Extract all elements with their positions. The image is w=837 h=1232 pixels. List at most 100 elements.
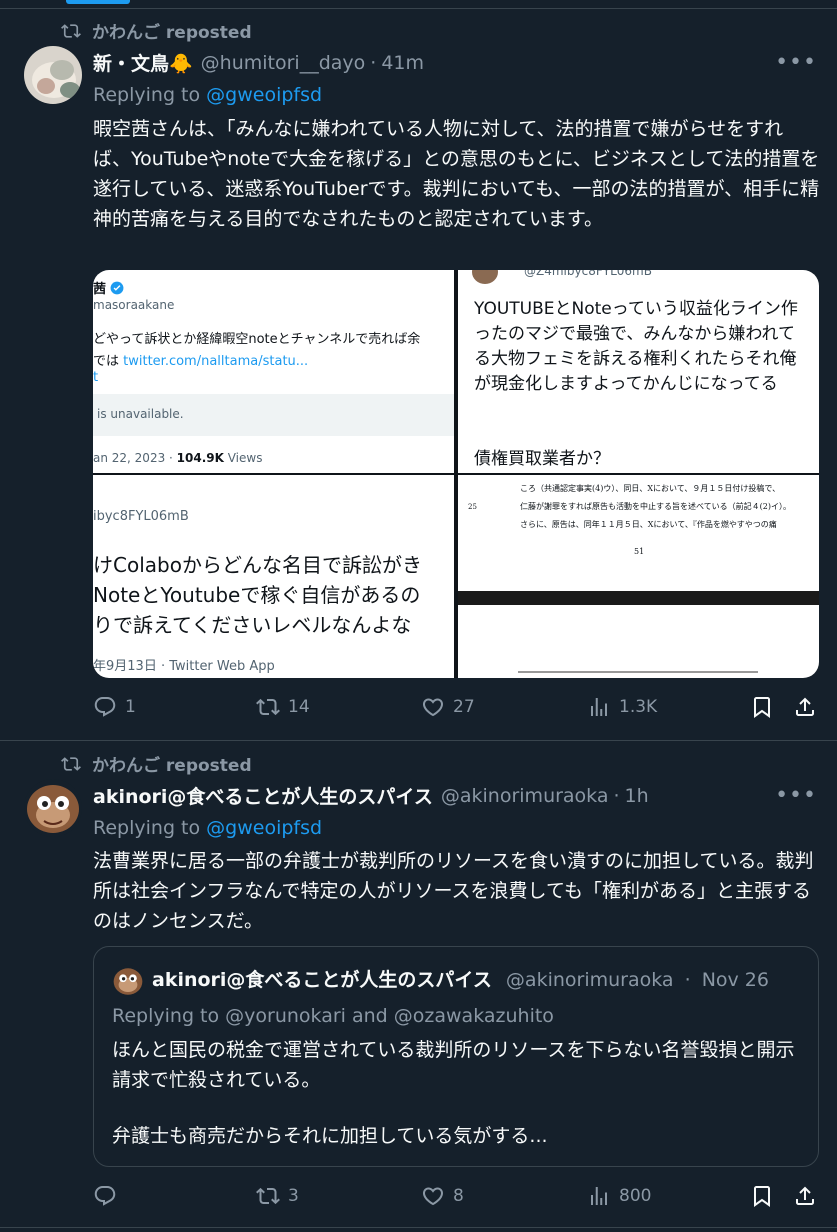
- img3-line3: りで訴えてくださいレベルなんよな: [93, 613, 412, 637]
- heart-icon: [422, 698, 444, 717]
- img1-date: an 22, 2023 ·: [93, 451, 177, 465]
- like-button[interactable]: 27: [421, 695, 475, 719]
- img4-margin-number: 25: [468, 503, 477, 511]
- img1-name: 茜: [93, 282, 107, 297]
- quote-handle: @akinorimuraoka: [505, 969, 674, 991]
- more-options-icon[interactable]: •••: [775, 50, 817, 75]
- quote-avatar: [112, 965, 144, 997]
- bookmark-button[interactable]: [750, 695, 774, 719]
- more-options-icon[interactable]: •••: [775, 783, 817, 808]
- img4-line2: 仁藤が謝罪をすれば原告も活動を中止する旨を述べている（前記４(2)イ）。: [520, 502, 792, 511]
- img4-line1: ころ（共通認定事実(4)ウ）、同日、Xにおいて、９月１５日付け投稿で、: [520, 484, 781, 493]
- img4-line3: さらに、原告は、同年１１月５日、Xにおいて、『作品を燃やすやつの痛: [520, 520, 777, 529]
- reply-button[interactable]: [93, 1184, 125, 1208]
- tweet-header: 新・文鳥🐥 @humitori__dayo · 41m: [93, 49, 817, 76]
- quote-paragraph-2: 弁護士も商売だからそれに加担している気がする...: [112, 1125, 548, 1147]
- img1-unavailable-box: is unavailable.: [93, 394, 454, 436]
- share-button[interactable]: [793, 1184, 817, 1208]
- quote-paragraph-1: ほんと国民の税金で運営されている裁判所のリソースを下らない名誉毀損と開示請求で忙…: [112, 1039, 795, 1091]
- analytics-icon: [591, 698, 607, 716]
- quote-display-name: akinori@食べることが人生のスパイス: [152, 969, 492, 991]
- replying-prefix: Replying to: [93, 817, 207, 839]
- img3-line1: けColaboからどんな名目で訴訟がき: [93, 553, 422, 577]
- reply-button[interactable]: 1: [93, 695, 136, 719]
- repost-count: 14: [288, 697, 310, 717]
- mention-link[interactable]: @gweoipfsd: [206, 84, 322, 106]
- like-button[interactable]: 8: [421, 1184, 464, 1208]
- like-count: 27: [453, 697, 475, 717]
- replying-to: Replying to @gweoipfsd: [93, 817, 322, 839]
- view-count: 800: [619, 1186, 652, 1206]
- img1-link-tail: t: [93, 370, 99, 385]
- repost-icon: [256, 698, 280, 716]
- analytics-icon: [591, 1187, 607, 1205]
- reply-count: 1: [125, 697, 136, 717]
- repost-label: かわんご reposted: [92, 756, 252, 776]
- quoted-tweet[interactable]: akinori@食べることが人生のスパイス @akinorimuraoka · …: [93, 946, 819, 1167]
- media-image-4[interactable]: ころ（共通認定事実(4)ウ）、同日、Xにおいて、９月１５日付け投稿で、 25 仁…: [458, 475, 819, 678]
- img3-footer: 年9月13日 · Twitter Web App: [93, 659, 275, 674]
- repost-icon: [256, 1187, 280, 1205]
- tweet-text: 暇空茜さんは、「みんなに嫌われている人物に対して、法的措置で嫌がらせをすれば、Y…: [93, 114, 820, 234]
- reply-icon: [94, 697, 116, 717]
- tweet-body: 暇空茜さんは、「みんなに嫌われている人物に対して、法的措置で嫌がらせをすれば、Y…: [93, 118, 820, 230]
- share-icon: [796, 1186, 814, 1205]
- img1-name-row: 茜: [93, 278, 124, 297]
- repost-icon: [61, 23, 81, 38]
- quote-replying-to: Replying to @yorunokari and @ozawakazuhi…: [112, 1005, 554, 1027]
- share-button[interactable]: [793, 695, 817, 719]
- repost-count: 3: [288, 1186, 299, 1206]
- img1-text1: どやって訴状とか経緯暇空noteとチャンネルで売れば余: [93, 332, 421, 347]
- img2-text2: 債権買取業者か？: [474, 449, 610, 469]
- media-grid[interactable]: 茜 masoraakane どやって訴状とか経緯暇空noteとチャンネルで売れば…: [93, 270, 819, 678]
- tweet-2[interactable]: かわんご reposted akinori@食べることが人生のスパイス @aki…: [0, 741, 837, 1232]
- user-handle[interactable]: @humitori__dayo: [201, 52, 366, 74]
- quote-avatar-image: [112, 965, 144, 997]
- repost-button[interactable]: 3: [256, 1184, 299, 1208]
- repost-button[interactable]: 14: [256, 695, 310, 719]
- img1-handle: masoraakane: [93, 298, 175, 312]
- view-count: 1.3K: [619, 697, 658, 717]
- repost-icon: [61, 756, 81, 771]
- img1-unavailable-text: is unavailable.: [97, 407, 184, 421]
- media-image-2[interactable]: @Z4mibyc8FYL06mB YOUTUBEとNoteっていう収益化ライン作…: [458, 270, 819, 473]
- avatar-image: [24, 46, 82, 104]
- separator: ·: [370, 51, 377, 74]
- action-bar: 1 14 27 1.3K: [93, 695, 820, 725]
- divider: [0, 1227, 837, 1228]
- share-icon: [796, 697, 814, 716]
- reply-icon: [94, 1186, 116, 1206]
- replying-prefix: Replying to: [93, 84, 207, 106]
- quote-text: ほんと国民の税金で運営されている裁判所のリソースを下らない名誉毀損と開示請求で忙…: [112, 1035, 802, 1151]
- img4-page-number: 51: [634, 547, 645, 556]
- img2-avatar: [472, 270, 498, 284]
- bookmark-icon: [754, 1186, 770, 1207]
- repost-label: かわんご reposted: [92, 23, 252, 43]
- bookmark-icon: [754, 697, 770, 718]
- display-name[interactable]: akinori@食べることが人生のスパイス: [93, 782, 433, 809]
- user-handle[interactable]: @akinorimuraoka: [441, 785, 609, 807]
- media-image-1[interactable]: 茜 masoraakane どやって訴状とか経緯暇空noteとチャンネルで売れば…: [93, 270, 454, 473]
- timestamp[interactable]: 1h: [625, 785, 649, 807]
- views-button[interactable]: 1.3K: [587, 695, 657, 719]
- timestamp[interactable]: 41m: [381, 52, 424, 74]
- avatar[interactable]: [24, 779, 82, 837]
- views-button[interactable]: 800: [587, 1184, 651, 1208]
- img3-line2: NoteとYoutubeで稼ぐ自信があるの: [93, 583, 421, 607]
- tweet-text: 法曹業界に居る一部の弁護士が裁判所のリソースを食い潰すのに加担している。裁判所は…: [93, 846, 820, 936]
- tweet-header: akinori@食べることが人生のスパイス @akinorimuraoka · …: [93, 782, 817, 809]
- display-name[interactable]: 新・文鳥🐥: [93, 49, 193, 76]
- quote-header: akinori@食べることが人生のスパイス @akinorimuraoka · …: [152, 965, 769, 992]
- img4-page-break: [458, 591, 819, 605]
- replying-to: Replying to @gweoipfsd: [93, 84, 322, 106]
- mention-link[interactable]: @gweoipfsd: [206, 817, 322, 839]
- media-image-3[interactable]: ibyc8FYL06mB けColaboからどんな名目で訴訟がき NoteとYo…: [93, 475, 454, 678]
- repost-indicator: かわんご reposted: [60, 18, 252, 43]
- bookmark-button[interactable]: [750, 1184, 774, 1208]
- avatar[interactable]: [24, 46, 82, 104]
- like-count: 8: [453, 1186, 464, 1206]
- action-bar: 3 8 800: [93, 1184, 820, 1214]
- quote-timestamp: Nov 26: [701, 969, 769, 991]
- img1-link: twitter.com/nalltama/statu...: [123, 354, 309, 369]
- tweet-1[interactable]: かわんご reposted 新・文鳥🐥 @humitori__dayo · 41…: [0, 0, 837, 740]
